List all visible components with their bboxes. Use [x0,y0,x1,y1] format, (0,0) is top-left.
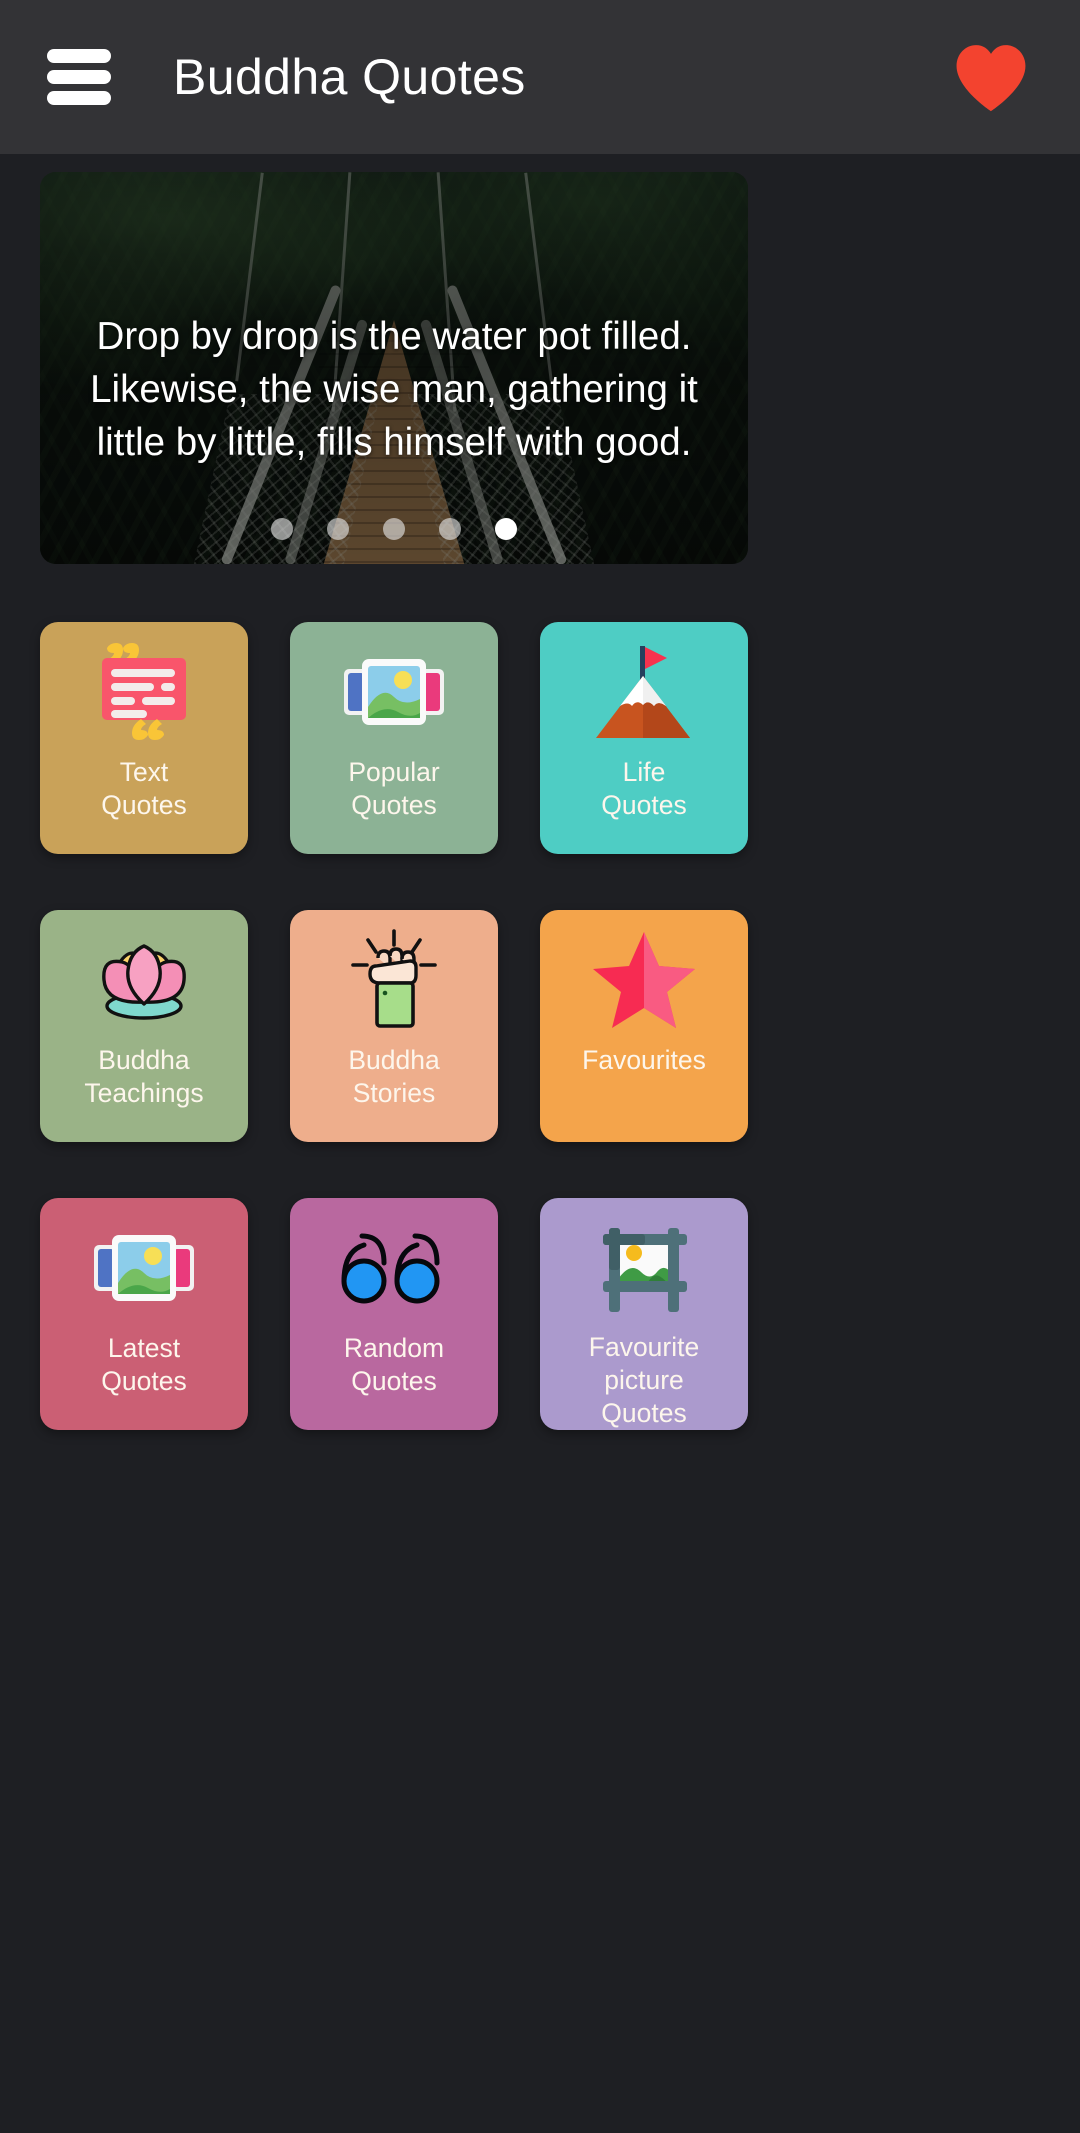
star-icon [540,916,748,1044]
tile-label: Popular Quotes [348,757,440,820]
category-grid: Text Quotes Popular Quotes Life Quotes B… [40,622,1040,1430]
quote-bubble-icon [40,628,248,756]
tile-buddha-teachings[interactable]: Buddha Teachings [40,910,248,1142]
heart-icon[interactable] [952,41,1030,113]
tile-label: Favourites [582,1045,706,1075]
tile-latest-quotes[interactable]: Latest Quotes [40,1198,248,1430]
gallery-icon [290,628,498,756]
app-root: Buddha Quotes Drop by drop is the water … [0,0,1080,2133]
carousel-dot[interactable] [439,518,461,540]
carousel-dots [40,518,748,540]
tile-buddha-stories[interactable]: Buddha Stories [290,910,498,1142]
tile-label: Text Quotes [101,757,187,820]
tile-text-quotes[interactable]: Text Quotes [40,622,248,854]
carousel-dot[interactable] [271,518,293,540]
raised-fist-icon [290,916,498,1044]
tile-label: Random Quotes [343,1333,445,1396]
page-title: Buddha Quotes [173,49,526,105]
tile-favourites[interactable]: Favourites [540,910,748,1142]
app-bar: Buddha Quotes [0,0,1080,154]
tile-label: Latest Quotes [101,1333,187,1396]
hero-quote-text: Drop by drop is the water pot filled. Li… [90,315,698,464]
tile-label: Buddha Teachings [84,1045,204,1108]
tile-life-quotes[interactable]: Life Quotes [540,622,748,854]
tile-label: Life Quotes [601,757,687,820]
hamburger-line [47,49,111,63]
hero-carousel[interactable]: Drop by drop is the water pot filled. Li… [40,172,748,564]
hamburger-line [47,70,111,84]
hamburger-line [47,91,111,105]
tile-favourite-picture-quotes[interactable]: Favourite picture Quotes [540,1198,748,1430]
mountain-flag-icon [540,628,748,756]
gallery-icon [40,1204,248,1332]
double-quote-icon [290,1204,498,1332]
tile-random-quotes[interactable]: Random Quotes [290,1198,498,1430]
carousel-dot-active[interactable] [495,518,517,540]
crop-image-icon [540,1204,748,1331]
carousel-dot[interactable] [383,518,405,540]
tile-popular-quotes[interactable]: Popular Quotes [290,622,498,854]
tile-label: Buddha Stories [348,1045,440,1108]
hamburger-menu-icon[interactable] [47,49,113,105]
tile-label: Favourite picture Quotes [588,1332,700,1428]
lotus-icon [40,916,248,1044]
carousel-dot[interactable] [327,518,349,540]
